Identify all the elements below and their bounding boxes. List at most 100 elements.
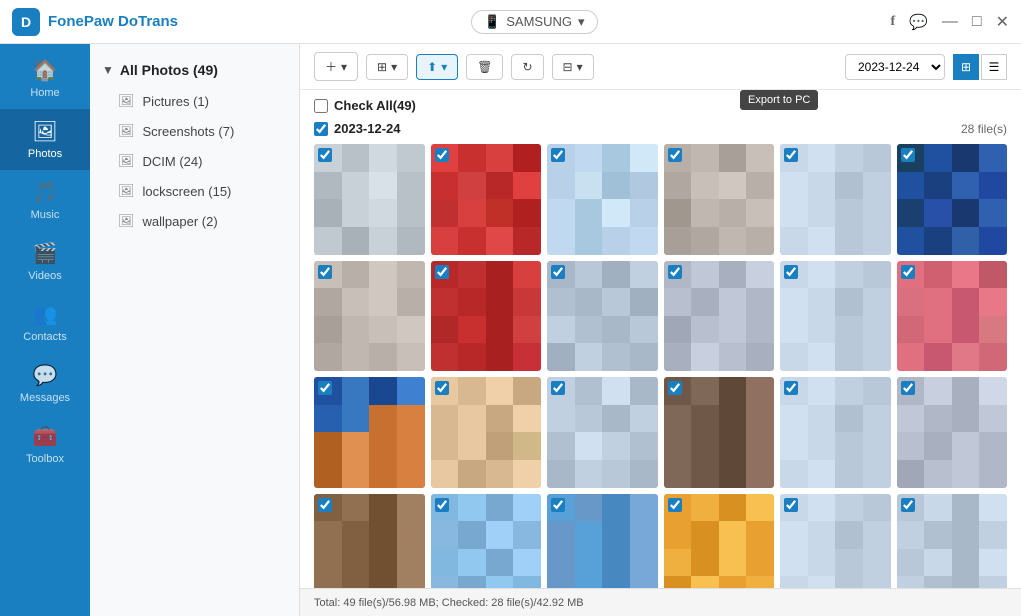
tree-item-lockscreen[interactable]: 🖼 lockscreen (15)	[90, 176, 299, 206]
grid-view-button[interactable]: ⊞	[953, 54, 979, 80]
photo-thumb[interactable]	[780, 377, 891, 488]
photo-grid-row-1	[314, 144, 1007, 255]
toolbar-right: 2023-12-24 ⊞ ☰	[845, 54, 1007, 80]
folder-icon: 🖼	[118, 183, 135, 199]
photo-checkbox[interactable]	[435, 498, 449, 512]
photo-checkbox[interactable]	[551, 148, 565, 162]
tree-root-label: All Photos (49)	[120, 62, 218, 78]
sidebar-item-toolbox[interactable]: 🧰 Toolbox	[0, 414, 90, 475]
photo-checkbox[interactable]	[668, 265, 682, 279]
add-arrow: ▾	[341, 60, 347, 74]
tree-item-label: lockscreen (15)	[143, 184, 232, 199]
photo-thumb[interactable]	[314, 261, 425, 372]
check-all-checkbox[interactable]	[314, 99, 328, 113]
delete-button[interactable]: 🗑	[466, 54, 503, 80]
photo-thumb[interactable]	[431, 144, 542, 255]
add-button[interactable]: ＋ ▾	[314, 52, 358, 81]
photo-thumb[interactable]	[431, 494, 542, 589]
photo-thumb[interactable]	[897, 261, 1008, 372]
photo-thumb[interactable]	[314, 377, 425, 488]
photo-thumb[interactable]	[314, 494, 425, 589]
photo-checkbox[interactable]	[901, 381, 915, 395]
sidebar-item-videos[interactable]: 🎬 Videos	[0, 231, 90, 292]
photo-thumb[interactable]	[547, 144, 658, 255]
photo-checkbox[interactable]	[901, 265, 915, 279]
tree-item-wallpaper[interactable]: 🖼 wallpaper (2)	[90, 206, 299, 236]
tree-item-screenshots[interactable]: 🖼 Screenshots (7)	[90, 116, 299, 146]
copy-button[interactable]: ⊞ ▾	[366, 54, 408, 80]
photo-thumb[interactable]	[664, 144, 775, 255]
photo-checkbox[interactable]	[318, 148, 332, 162]
section-header: Check All(49)	[314, 98, 1007, 113]
photo-thumb[interactable]	[664, 261, 775, 372]
photo-checkbox[interactable]	[784, 381, 798, 395]
photo-checkbox[interactable]	[318, 265, 332, 279]
title-bar-right: f 💬 — □ ✕	[891, 12, 1009, 32]
photo-checkbox[interactable]	[318, 381, 332, 395]
date-checkbox[interactable]	[314, 122, 328, 136]
sidebar-item-messages[interactable]: 💬 Messages	[0, 353, 90, 414]
photo-checkbox[interactable]	[668, 381, 682, 395]
photo-checkbox[interactable]	[435, 381, 449, 395]
photo-thumb[interactable]	[431, 261, 542, 372]
chat-icon[interactable]: 💬	[909, 13, 928, 31]
tree-item-pictures[interactable]: 🖼 Pictures (1)	[90, 86, 299, 116]
folder-icon: 🖼	[118, 123, 135, 139]
photo-checkbox[interactable]	[435, 265, 449, 279]
photo-checkbox[interactable]	[668, 498, 682, 512]
photo-checkbox[interactable]	[551, 498, 565, 512]
photo-thumb[interactable]	[897, 494, 1008, 589]
sidebar-item-home[interactable]: 🏠 Home	[0, 48, 90, 109]
photo-thumb[interactable]	[547, 377, 658, 488]
photo-checkbox[interactable]	[901, 498, 915, 512]
export-button[interactable]: ⬆ ▾	[416, 54, 458, 80]
photo-checkbox[interactable]	[318, 498, 332, 512]
photo-checkbox[interactable]	[901, 148, 915, 162]
export-tooltip: Export to PC	[740, 90, 818, 110]
messages-icon: 💬	[33, 363, 58, 388]
photo-thumb[interactable]	[897, 144, 1008, 255]
list-view-button[interactable]: ☰	[981, 54, 1007, 80]
photo-checkbox[interactable]	[551, 265, 565, 279]
minimize-button[interactable]: —	[942, 13, 958, 31]
photo-thumb[interactable]	[664, 494, 775, 589]
date-select[interactable]: 2023-12-24	[845, 54, 945, 80]
photo-thumb[interactable]	[897, 377, 1008, 488]
sidebar-item-contacts[interactable]: 👥 Contacts	[0, 292, 90, 353]
music-label: Music	[31, 209, 60, 221]
photo-checkbox[interactable]	[784, 265, 798, 279]
sidebar-item-photos[interactable]: 🖼 Photos	[0, 109, 90, 170]
export-arrow: ▾	[441, 60, 447, 74]
title-bar-left: D FonePaw DoTrans	[12, 8, 178, 36]
device-badge[interactable]: 📱 SAMSUNG ▾	[471, 10, 597, 34]
main-layout: 🏠 Home 🖼 Photos 🎵 Music 🎬 Videos 👥 Conta…	[0, 44, 1021, 616]
refresh-button[interactable]: ↻	[511, 54, 543, 80]
photo-checkbox[interactable]	[435, 148, 449, 162]
photo-thumb[interactable]	[547, 494, 658, 589]
photo-checkbox[interactable]	[784, 498, 798, 512]
photo-thumb[interactable]	[780, 261, 891, 372]
home-label: Home	[30, 87, 59, 99]
photo-thumb[interactable]	[431, 377, 542, 488]
photo-thumb[interactable]	[547, 261, 658, 372]
photo-thumb[interactable]	[664, 377, 775, 488]
photo-thumb[interactable]	[780, 494, 891, 589]
photo-area[interactable]: Check All(49) 2023-12-24 28 file(s)	[300, 90, 1021, 588]
more-button[interactable]: ⊟ ▾	[552, 54, 594, 80]
photo-thumb[interactable]	[314, 144, 425, 255]
tree-sidebar: ▼ All Photos (49) 🖼 Pictures (1) 🖼 Scree…	[90, 44, 300, 616]
photo-checkbox[interactable]	[551, 381, 565, 395]
tree-item-dcim[interactable]: 🖼 DCIM (24)	[90, 146, 299, 176]
photo-checkbox[interactable]	[784, 148, 798, 162]
sidebar-item-music[interactable]: 🎵 Music	[0, 170, 90, 231]
close-button[interactable]: ✕	[996, 12, 1009, 32]
photo-checkbox[interactable]	[668, 148, 682, 162]
tree-root[interactable]: ▼ All Photos (49)	[90, 54, 299, 86]
tree-item-label: wallpaper (2)	[143, 214, 218, 229]
facebook-icon[interactable]: f	[891, 14, 896, 30]
tree-arrow: ▼	[102, 63, 114, 77]
photo-thumb[interactable]	[780, 144, 891, 255]
refresh-icon: ↻	[522, 60, 532, 74]
maximize-button[interactable]: □	[972, 13, 982, 31]
photo-grid-row-3	[314, 377, 1007, 488]
